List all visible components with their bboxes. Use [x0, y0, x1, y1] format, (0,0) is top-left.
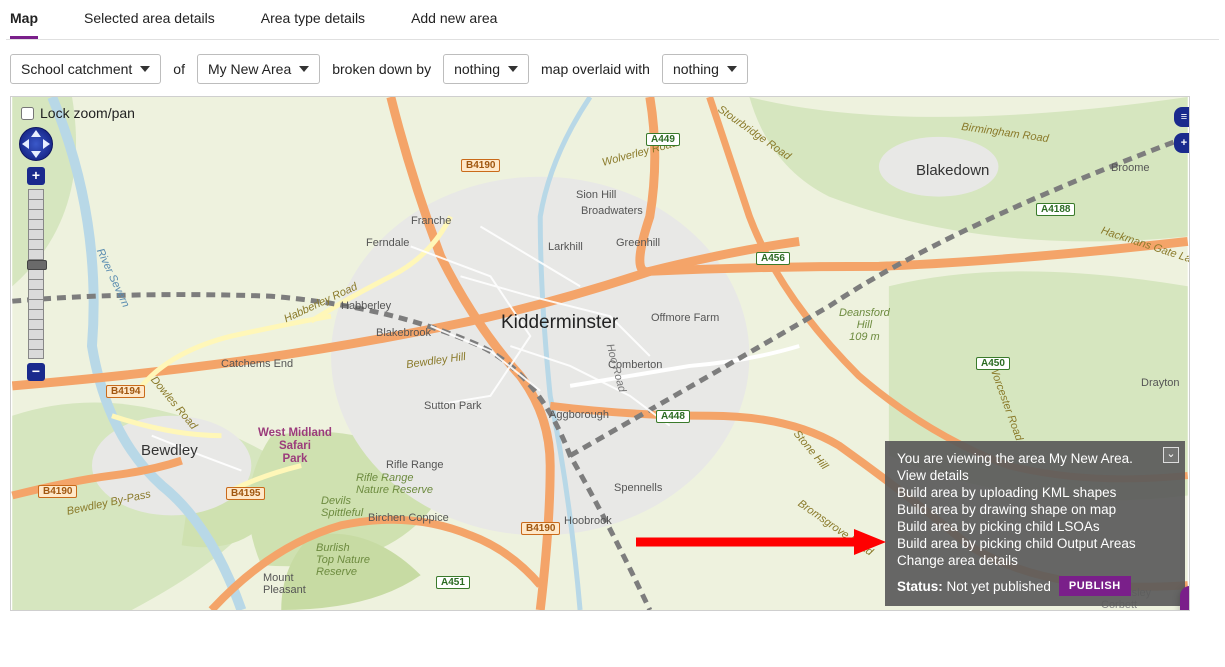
- panel-heading-area: My New Area.: [1049, 451, 1133, 466]
- map-label: Habberley: [341, 300, 391, 312]
- road-badge: B4194: [106, 385, 145, 398]
- road-badge: A4188: [1036, 203, 1075, 216]
- panel-status-label: Status:: [897, 579, 943, 594]
- map-label: Catchems End: [221, 358, 293, 370]
- map-label: Aggborough: [549, 409, 609, 421]
- area-type-value: School catchment: [21, 61, 132, 77]
- map-right-badges: ≡ +: [1174, 107, 1190, 153]
- map-label: Offmore Farm: [651, 312, 719, 324]
- tab-add-new-area[interactable]: Add new area: [411, 10, 497, 39]
- pan-up-icon[interactable]: [31, 130, 41, 137]
- pan-right-icon[interactable]: [43, 139, 50, 149]
- road-badge: A456: [756, 252, 790, 265]
- map-label-nature: Rifle Range Nature Reserve: [356, 472, 433, 496]
- tab-map[interactable]: Map: [10, 10, 38, 39]
- tab-bar: Map Selected area details Area type deta…: [6, 0, 1219, 40]
- map-label: Birchen Coppice: [368, 512, 449, 524]
- map-label: Larkhill: [548, 241, 583, 253]
- panel-heading: You are viewing the area My New Area.: [897, 451, 1173, 466]
- road-badge: A449: [646, 133, 680, 146]
- map-label: Franche: [411, 215, 451, 227]
- map-label: Blakebrook: [376, 327, 431, 339]
- map-layers-button[interactable]: ≡: [1174, 107, 1190, 127]
- panel-status-row: Status: Not yet published PUBLISH: [897, 576, 1173, 596]
- panel-build-oa[interactable]: Build area by picking child Output Areas: [897, 536, 1173, 551]
- panel-collapse-button[interactable]: ⌄: [1163, 447, 1179, 463]
- pan-left-icon[interactable]: [22, 139, 29, 149]
- brokendown-dropdown[interactable]: nothing: [443, 54, 529, 84]
- caret-down-icon: [508, 66, 518, 72]
- tab-selected-area-details[interactable]: Selected area details: [84, 10, 215, 39]
- map-label: Hoobrook: [564, 515, 612, 527]
- panel-change-details[interactable]: Change area details: [897, 553, 1173, 568]
- zoom-slider-thumb[interactable]: [27, 260, 47, 270]
- road-badge: A450: [976, 357, 1010, 370]
- brokendown-value: nothing: [454, 61, 500, 77]
- panel-build-draw[interactable]: Build area by drawing shape on map: [897, 502, 1173, 517]
- panel-status-value: Not yet published: [947, 579, 1051, 594]
- pan-compass[interactable]: [19, 127, 53, 161]
- pan-down-icon[interactable]: [31, 151, 41, 158]
- panel-build-kml[interactable]: Build area by uploading KML shapes: [897, 485, 1173, 500]
- map-label-nature: Deansford Hill 109 m: [839, 307, 890, 343]
- map-label-nature: Burlish Top Nature Reserve: [316, 542, 370, 578]
- overlaid-dropdown[interactable]: nothing: [662, 54, 748, 84]
- map[interactable]: Kidderminster Bewdley Blakedown Broome D…: [10, 96, 1190, 611]
- filter-bar: School catchment of My New Area broken d…: [6, 40, 1219, 96]
- map-label: Drayton: [1141, 377, 1180, 389]
- lock-zoom-pan-label: Lock zoom/pan: [40, 105, 135, 121]
- caret-down-icon: [299, 66, 309, 72]
- map-label: Broadwaters: [581, 205, 643, 217]
- overlaid-value: nothing: [673, 61, 719, 77]
- caret-down-icon: [727, 66, 737, 72]
- map-label: Greenhill: [616, 237, 660, 249]
- map-label: Ferndale: [366, 237, 409, 249]
- panel-build-lsoa[interactable]: Build area by picking child LSOAs: [897, 519, 1173, 534]
- lock-zoom-pan[interactable]: Lock zoom/pan: [17, 103, 139, 123]
- panel-view-details[interactable]: View details: [897, 468, 1173, 483]
- area-value: My New Area: [208, 61, 291, 77]
- zoom-in-button[interactable]: +: [27, 167, 45, 185]
- area-info-panel: ⌄ You are viewing the area My New Area. …: [885, 441, 1185, 606]
- map-label: Mount Pleasant: [263, 572, 306, 596]
- lock-zoom-pan-checkbox[interactable]: [21, 107, 34, 120]
- map-nav-controls: + −: [19, 127, 53, 381]
- road-badge: A448: [656, 410, 690, 423]
- map-label: Broome: [1111, 162, 1150, 174]
- filter-brokendown-label: broken down by: [332, 61, 431, 77]
- road-badge: B4190: [521, 522, 560, 535]
- map-label-nature: Devils Spittleful: [321, 495, 363, 519]
- chat-widget-button[interactable]: [1180, 586, 1190, 611]
- caret-down-icon: [140, 66, 150, 72]
- map-label: Bewdley: [141, 442, 198, 459]
- filter-of-label: of: [173, 61, 185, 77]
- road-badge: A451: [436, 576, 470, 589]
- filter-overlaid-label: map overlaid with: [541, 61, 650, 77]
- road-badge: B4195: [226, 487, 265, 500]
- tab-area-type-details[interactable]: Area type details: [261, 10, 365, 39]
- map-expand-button[interactable]: +: [1174, 133, 1190, 153]
- publish-button[interactable]: PUBLISH: [1059, 576, 1131, 596]
- map-label: Sion Hill: [576, 189, 616, 201]
- map-label-park: West Midland Safari Park: [258, 427, 332, 467]
- area-dropdown[interactable]: My New Area: [197, 54, 320, 84]
- road-badge: B4190: [38, 485, 77, 498]
- panel-heading-prefix: You are viewing the area: [897, 451, 1049, 466]
- map-label-city: Kidderminster: [501, 312, 618, 334]
- zoom-slider[interactable]: [28, 189, 44, 359]
- map-label: Sutton Park: [424, 400, 481, 412]
- map-label: Rifle Range: [386, 459, 443, 471]
- road-badge: B4190: [461, 159, 500, 172]
- zoom-out-button[interactable]: −: [27, 363, 45, 381]
- map-label: Spennells: [614, 482, 662, 494]
- map-label: Blakedown: [916, 162, 989, 179]
- area-type-dropdown[interactable]: School catchment: [10, 54, 161, 84]
